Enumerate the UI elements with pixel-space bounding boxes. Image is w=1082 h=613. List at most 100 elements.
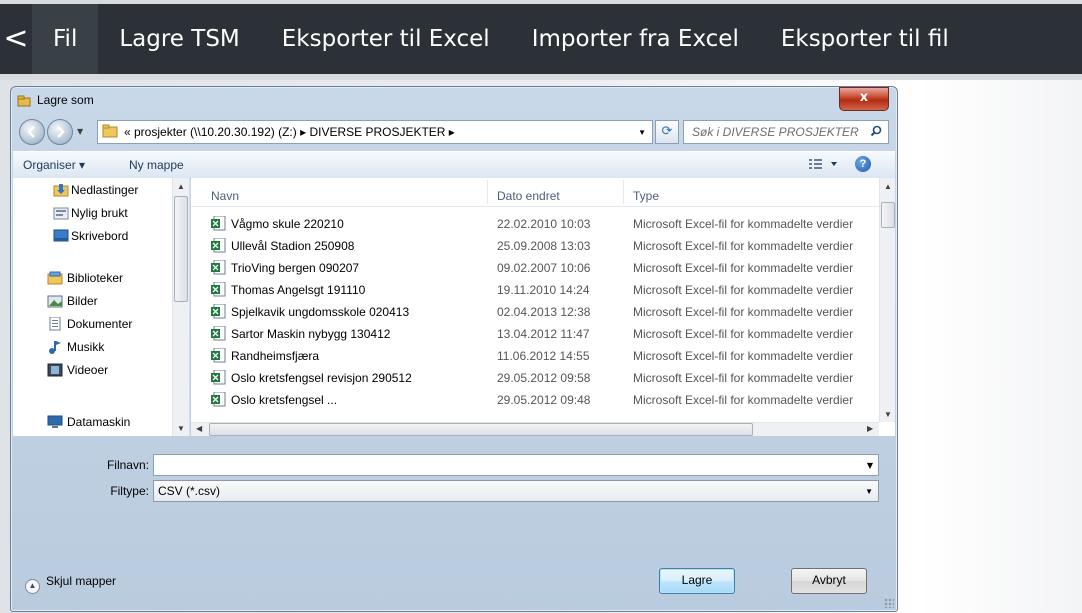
file-date: 11.06.2012 14:55 [497,349,590,363]
back-chevron-icon[interactable]: < [0,4,32,74]
nav-label: Biblioteker [67,271,124,285]
file-type: Microsoft Excel-fil for kommadelte verdi… [633,349,854,363]
column-name[interactable]: Navn [211,189,239,203]
column-divider[interactable] [623,180,624,204]
file-list: Navn Dato endret Type Vågmo skule 220210… [191,178,895,436]
filename-input[interactable]: ▼ [153,454,879,476]
close-button[interactable]: x [839,87,889,111]
file-row[interactable]: Oslo kretsfengsel revisjon 290512 29.05.… [191,368,879,390]
app-toolbar: < Fil Lagre TSM Eksporter til Excel Impo… [0,0,1082,80]
column-date[interactable]: Dato endret [497,189,560,203]
excel-csv-file-icon [211,282,226,297]
file-date: 29.05.2012 09:58 [497,371,591,385]
file-type: Microsoft Excel-fil for kommadelte verdi… [633,305,854,319]
address-dropdown-icon[interactable]: ▼ [638,128,646,137]
documents-icon [49,317,61,331]
file-date: 02.04.2013 12:38 [497,305,591,319]
file-type: Microsoft Excel-fil for kommadelte verdi… [633,371,854,385]
view-options-icon[interactable] [809,158,843,170]
forward-arrow-icon [57,126,65,138]
back-button[interactable] [19,119,45,145]
file-date: 25.09.2008 13:03 [497,239,591,253]
scroll-left-icon[interactable]: ◀ [196,424,202,433]
address-row: ▼ « prosjekter (\\10.20.30.192) (Z:) ▸ D… [15,119,893,145]
excel-csv-file-icon [211,326,226,341]
scroll-up-icon[interactable]: ▲ [177,182,185,191]
file-name: Oslo kretsfengsel revisjon 290512 [231,371,412,385]
filetype-dropdown-icon[interactable]: ▼ [865,487,873,496]
file-name: Vågmo skule 220210 [231,217,344,231]
file-name: Spjelkavik ungdomsskole 020413 [231,305,410,319]
menu-fil[interactable]: Fil [32,4,99,74]
filetype-select[interactable]: CSV (*.csv) ▼ [153,480,879,502]
nav-label: Dokumenter [67,317,133,331]
command-bar: Organiser ▾ Ny mappe ? [13,151,895,179]
search-placeholder: Søk i DIVERSE PROSJEKTER [692,125,859,139]
save-button[interactable]: Lagre [659,568,735,594]
forward-button[interactable] [47,119,73,145]
nav-label: Datamaskin [67,415,131,429]
file-name: Oslo kretsfengsel ... [231,393,338,407]
folder-icon [102,124,118,138]
nav-label: Nedlastinger [71,183,139,197]
excel-csv-file-icon [211,216,226,231]
menu-eksporter-fil[interactable]: Eksporter til fil [760,4,970,74]
search-icon[interactable] [870,125,882,137]
filename-dropdown-icon[interactable]: ▼ [867,461,873,470]
new-folder-button[interactable]: Ny mappe [129,158,184,172]
menu-eksporter-excel[interactable]: Eksporter til Excel [261,4,511,74]
search-box[interactable]: Søk i DIVERSE PROSJEKTER [683,120,889,144]
excel-csv-file-icon [211,238,226,253]
nav-pane-scroll-thumb[interactable] [174,196,188,302]
resize-grip[interactable] [884,598,894,608]
refresh-button[interactable]: ⟳ [655,120,679,144]
address-bar[interactable]: « prosjekter (\\10.20.30.192) (Z:) ▸ DIV… [97,120,653,144]
file-name: Ullevål Stadion 250908 [231,239,355,253]
file-date: 19.11.2010 14:24 [497,283,590,297]
file-row[interactable]: Oslo kretsfengsel ... 29.05.2012 09:48 M… [191,390,879,420]
file-type: Microsoft Excel-fil for kommadelte verdi… [633,261,854,275]
downloads-folder-icon [53,184,69,197]
file-row[interactable]: Spjelkavik ungdomsskole 020413 02.04.201… [191,302,879,324]
column-type[interactable]: Type [633,189,659,203]
filetype-label: Filtype: [110,484,149,498]
file-row[interactable]: TrioVing bergen 090207 09.02.2007 10:06 … [191,258,879,280]
pictures-icon [47,295,63,308]
file-row[interactable]: Sartor Maskin nybygg 130412 13.04.2012 1… [191,324,879,346]
filetype-value: CSV (*.csv) [158,484,221,498]
dialog-titlebar[interactable]: Lagre som x [11,87,897,115]
videos-icon [47,363,63,377]
address-path: « prosjekter (\\10.20.30.192) (Z:) ▸ DIV… [124,125,455,139]
file-row[interactable]: Vågmo skule 220210 22.02.2010 10:03 Micr… [191,214,879,236]
help-icon[interactable]: ? [855,156,871,172]
excel-csv-file-icon [211,260,226,275]
excel-csv-file-icon [211,392,226,407]
file-row[interactable]: Thomas Angelsgt 191110 19.11.2010 14:24 … [191,280,879,302]
menu-importer-excel[interactable]: Importer fra Excel [511,4,760,74]
file-name: Randheimsfjæra [231,349,320,363]
navigation-pane: Nedlastinger Nylig brukt Skrivebord Bibl… [13,178,190,436]
file-row[interactable]: Ullevål Stadion 250908 25.09.2008 13:03 … [191,236,879,258]
file-date: 09.02.2007 10:06 [497,261,591,275]
menu-lagre-tsm[interactable]: Lagre TSM [98,4,260,74]
scroll-down-icon[interactable]: ▼ [884,410,892,419]
file-row[interactable]: Randheimsfjæra 11.06.2012 14:55 Microsof… [191,346,879,368]
cancel-button[interactable]: Avbryt [791,568,867,594]
file-name: TrioVing bergen 090207 [231,261,360,275]
excel-csv-file-icon [211,304,226,319]
excel-csv-file-icon [211,370,226,385]
file-list-vertical-thumb[interactable] [881,202,895,228]
recent-pages-dropdown-icon[interactable]: ▼ [77,127,83,136]
file-list-horizontal-thumb[interactable] [209,423,753,436]
desktop-icon [53,229,69,242]
collapse-up-icon: ▲ [25,579,40,594]
file-type: Microsoft Excel-fil for kommadelte verdi… [633,327,854,341]
column-divider[interactable] [487,180,488,204]
organize-menu[interactable]: Organiser ▾ [23,158,85,172]
file-name: Thomas Angelsgt 191110 [231,283,366,297]
hide-folders-toggle[interactable]: ▲ Skjul mapper [25,574,116,594]
scroll-up-icon[interactable]: ▲ [884,182,892,191]
scroll-down-icon[interactable]: ▼ [177,424,185,433]
scroll-right-icon[interactable]: ▶ [867,424,873,433]
excel-csv-file-icon [211,348,226,363]
